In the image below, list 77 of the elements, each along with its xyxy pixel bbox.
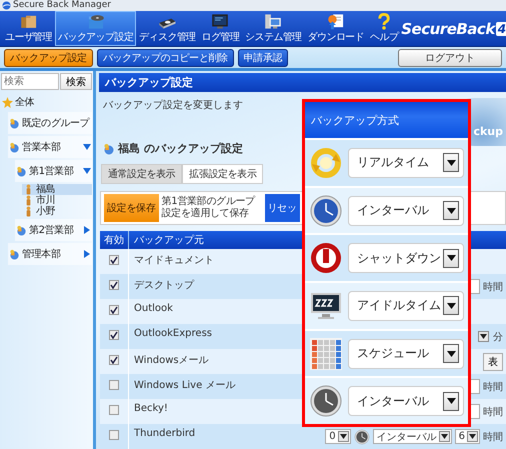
view-tab[interactable]: 拡張設定を表示 — [182, 164, 264, 184]
checkbox[interactable] — [109, 355, 119, 365]
logo-text: ckup — [473, 125, 503, 138]
logo-text: SecureBack — [401, 20, 495, 38]
collapse-arrow-icon[interactable] — [83, 167, 91, 175]
toolbar-button[interactable]: ヘルプ — [367, 11, 402, 46]
app-icon — [2, 1, 11, 10]
expand-arrow-icon[interactable] — [83, 250, 91, 258]
search-field[interactable]: 検索 — [1, 73, 59, 90]
group-icon — [103, 142, 115, 154]
save-button[interactable]: 設定を保存 — [104, 194, 159, 222]
checkbox[interactable] — [109, 305, 119, 315]
caret-icon — [446, 302, 456, 309]
tree-item[interactable]: 第1営業部 — [15, 160, 92, 182]
unit-label: 時間 — [483, 406, 503, 418]
unit-label: 時間 — [483, 430, 503, 444]
toolbar-button[interactable]: ダウンロード — [304, 11, 368, 46]
tree-item[interactable]: 管理本部 — [8, 243, 92, 265]
collapse-arrow-icon[interactable] — [83, 143, 91, 151]
group-icon — [9, 118, 20, 128]
view-tab[interactable]: 通常設定を表示 — [101, 164, 182, 184]
dropdown[interactable]: インターバル — [372, 429, 452, 444]
group-icon — [16, 166, 27, 176]
logo-badge: 4 — [496, 22, 506, 36]
tree-item[interactable]: 全体 — [1, 94, 92, 110]
description-text: バックアップ設定を変更します — [103, 98, 243, 112]
group-icon — [9, 142, 20, 152]
caret-icon — [469, 434, 476, 439]
method-dropdown[interactable]: リアルタイム — [348, 148, 464, 178]
toolbar-button[interactable]: ログ管理 — [198, 11, 242, 46]
dropdown[interactable]: 0 — [325, 429, 351, 444]
checkbox[interactable] — [109, 330, 119, 340]
checkbox[interactable] — [109, 280, 119, 290]
caret-icon — [340, 434, 347, 439]
search-button[interactable]: 検索 — [60, 73, 92, 90]
caret-icon — [480, 334, 487, 339]
column-header: 有効 — [103, 234, 125, 247]
checkbox[interactable] — [109, 405, 119, 415]
toolbar-button[interactable]: バックアップ設定 — [55, 11, 136, 46]
nav-tab[interactable]: 申請承認 — [238, 48, 288, 66]
checkbox[interactable] — [109, 430, 119, 440]
tree-item[interactable]: 市川 — [22, 195, 92, 206]
nav-tab[interactable]: バックアップのコピーと削除 — [96, 48, 234, 66]
toolbar-button[interactable]: ユーザ管理 — [2, 11, 56, 46]
checkbox[interactable] — [109, 380, 119, 390]
tree-item[interactable]: 第2営業部 — [15, 219, 92, 241]
unit-label: 分 — [493, 330, 503, 344]
nav-tab[interactable]: バックアップ設定 — [4, 48, 93, 66]
tree-item[interactable]: 福島 — [22, 184, 92, 195]
section-header: バックアップ設定 — [99, 73, 506, 92]
toolbar-button[interactable]: ディスク管理 — [136, 11, 199, 46]
unit-label: 時間 — [483, 380, 503, 394]
popup-title: バックアップ方式 — [311, 112, 399, 128]
method-dropdown[interactable]: シャットダウン — [348, 243, 464, 274]
group-icon — [9, 248, 20, 260]
settings-heading: 福島 のバックアップ設定 — [118, 141, 243, 156]
reset-button[interactable]: リセッ — [264, 194, 300, 222]
table-button[interactable]: 表 — [483, 352, 503, 370]
tree-item[interactable]: 営業本部 — [8, 136, 92, 158]
window-title: Secure Back Manager — [13, 0, 111, 11]
toolbar-button[interactable]: システム管理 — [242, 11, 305, 46]
checkbox[interactable] — [109, 255, 119, 265]
group-icon — [16, 224, 27, 236]
method-dropdown[interactable]: アイドルタイム — [348, 290, 464, 321]
logout-button[interactable]: ログアウト — [398, 48, 502, 66]
dropdown[interactable]: 6 — [454, 429, 480, 444]
method-dropdown[interactable]: スケジュール — [348, 338, 464, 369]
caret-icon — [446, 160, 456, 166]
star-icon — [2, 96, 13, 108]
caret-icon — [446, 255, 456, 262]
tree-item[interactable]: 既定のグループ — [8, 112, 92, 134]
tree-item[interactable]: 小野 — [22, 206, 92, 217]
expand-arrow-icon[interactable] — [83, 226, 91, 234]
caret-icon — [440, 434, 448, 439]
method-dropdown[interactable]: インターバル — [348, 196, 464, 226]
caret-icon — [446, 208, 456, 214]
unit-label: 時間 — [483, 280, 503, 294]
